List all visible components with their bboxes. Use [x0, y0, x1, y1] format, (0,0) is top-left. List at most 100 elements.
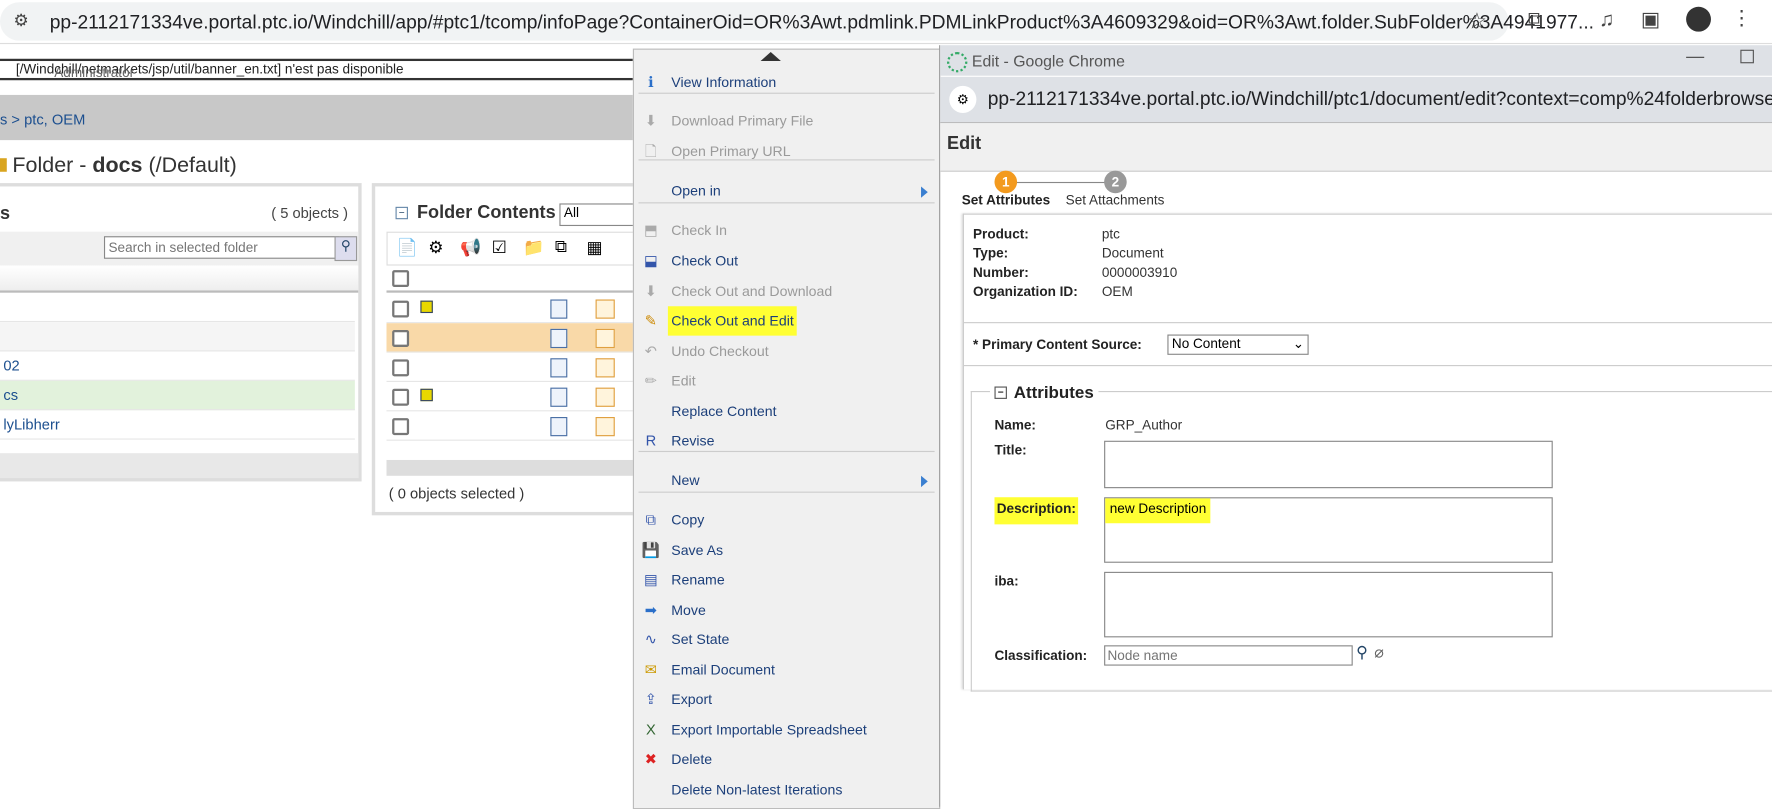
address-bar[interactable]: ⚙ pp-2112171334ve.portal.ptc.io/Windchil…	[0, 2, 1594, 41]
menu-item-open-primary-url: 🗋 Open Primary URL	[634, 137, 939, 166]
menu-item-delete[interactable]: ✖ Delete	[634, 745, 939, 774]
info-page-icon[interactable]	[595, 387, 615, 407]
avatar[interactable]	[1686, 6, 1711, 32]
row-checkbox[interactable]	[392, 300, 410, 318]
table-row[interactable]	[386, 382, 658, 412]
document-icon[interactable]	[550, 358, 568, 378]
search-icon[interactable]: ⚲	[1356, 643, 1368, 662]
folder-row[interactable]: 02	[0, 351, 355, 381]
breadcrumb[interactable]: s > ptc, OEM	[0, 111, 85, 128]
export-icon: ⇪	[644, 690, 658, 708]
select-all-checkbox[interactable]	[392, 270, 410, 288]
copy-icon: ⧉	[645, 510, 657, 528]
address-url[interactable]: pp-2112171334ve.portal.ptc.io/Windchill/…	[50, 11, 1594, 34]
clear-eraser-icon[interactable]: ⌀	[1374, 643, 1384, 662]
menu-item-check-out-and-edit[interactable]: ✎ Check Out and Edit	[634, 306, 939, 336]
folder-row-selected[interactable]: cs	[0, 380, 355, 411]
step-set-attachments[interactable]: Set Attachments	[1066, 192, 1165, 208]
menu-item-rename[interactable]: ▤ Rename	[634, 565, 939, 594]
info-page-icon[interactable]	[595, 299, 615, 319]
document-icon[interactable]	[550, 387, 568, 407]
site-settings-icon[interactable]: ⚙	[949, 85, 977, 114]
iba-input[interactable]	[1104, 571, 1553, 638]
maximize-icon[interactable]	[1740, 49, 1754, 64]
new-folder-icon[interactable]: 📁	[523, 237, 544, 257]
wizard-heading: Edit	[947, 134, 982, 154]
menu-item-email-document[interactable]: ✉ Email Document	[634, 655, 939, 684]
menu-item-label: Undo Checkout	[671, 343, 769, 360]
paste-icon[interactable]: ▦	[587, 237, 603, 257]
new-gear-icon[interactable]: ⚙	[428, 237, 443, 257]
primary-content-select[interactable]: No Content ⌄	[1167, 334, 1309, 355]
copy-icon[interactable]: ⧉	[555, 237, 567, 256]
menu-item-label: Check Out and Download	[671, 283, 833, 300]
description-value: new Description	[1105, 498, 1211, 524]
menu-item-replace-content[interactable]: Replace Content	[634, 397, 939, 426]
step-2-indicator[interactable]: 2	[1104, 170, 1127, 194]
info-page-icon[interactable]	[595, 417, 615, 437]
row-checkbox[interactable]	[392, 388, 410, 406]
title-folder: docs	[92, 153, 143, 178]
menu-item-export[interactable]: ⇪ Export	[634, 685, 939, 714]
extensions-icon[interactable]: ⧉	[1528, 8, 1543, 32]
collapse-icon[interactable]: −	[395, 206, 408, 220]
folder-row[interactable]	[0, 322, 355, 352]
document-icon[interactable]	[550, 299, 568, 319]
step-set-attributes[interactable]: Set Attributes	[962, 192, 1050, 208]
new-checklist-icon[interactable]: ☑	[492, 237, 507, 257]
table-row[interactable]	[386, 353, 658, 382]
document-icon[interactable]	[550, 417, 568, 437]
table-row[interactable]	[386, 294, 658, 324]
side-panel-icon[interactable]: ▣	[1641, 8, 1660, 32]
minimize-icon[interactable]: —	[1686, 47, 1704, 67]
menu-item-delete-non-latest-iterations[interactable]: Delete Non-latest Iterations	[634, 775, 939, 804]
menu-item-move[interactable]: ➡ Move	[634, 596, 939, 625]
menu-item-label: Check Out and Edit	[667, 306, 798, 336]
classification-input[interactable]	[1104, 645, 1353, 666]
title-path: (/Default)	[142, 153, 237, 178]
attributes-section-header[interactable]: − Attributes	[989, 383, 1099, 403]
menu-item-view-information[interactable]: ℹ View Information	[634, 68, 939, 97]
new-document-icon[interactable]: 📄	[397, 237, 418, 257]
folder-row[interactable]	[0, 293, 355, 323]
site-settings-icon[interactable]: ⚙	[14, 10, 29, 30]
panel-title: s	[0, 204, 11, 224]
document-icon[interactable]	[550, 328, 568, 349]
scroll-up-arrow-icon[interactable]	[760, 51, 781, 62]
menu-item-copy[interactable]: ⧉ Copy	[634, 505, 939, 534]
menu-item-set-state[interactable]: ∿ Set State	[634, 625, 939, 654]
media-icon[interactable]: ♫	[1599, 8, 1614, 32]
info-icon: ℹ	[648, 73, 654, 91]
description-input[interactable]: new Description	[1104, 497, 1553, 563]
table-row-selected[interactable]	[386, 323, 658, 353]
set-state-icon: ∿	[644, 630, 658, 648]
folder-row[interactable]: lyLibherr	[0, 410, 355, 440]
menu-item-check-out[interactable]: ⬓ Check Out	[634, 246, 939, 275]
folder-search-input[interactable]	[103, 236, 340, 259]
info-page-icon[interactable]	[595, 358, 615, 378]
new-announcement-icon[interactable]: 📢	[460, 237, 481, 257]
search-icon[interactable]: ⚲	[334, 236, 358, 262]
menu-item-new[interactable]: New	[634, 466, 939, 495]
more-menu-icon[interactable]: ⋮	[1731, 7, 1751, 31]
menu-item-revise[interactable]: R Revise	[634, 426, 939, 455]
row-checkbox[interactable]	[392, 359, 410, 377]
title-input[interactable]	[1104, 440, 1553, 489]
move-icon: ➡	[644, 601, 658, 619]
row-checkbox[interactable]	[392, 329, 410, 347]
context-menu: ℹ View Information ⬇ Download Primary File 🗋…	[632, 48, 941, 809]
table-row[interactable]	[386, 411, 658, 441]
menu-item-export-importable-spreadsheet[interactable]: X Export Importable Spreadsheet	[634, 715, 939, 744]
popup-address-bar[interactable]: ⚙ pp-2112171334ve.portal.ptc.io/Windchil…	[940, 76, 1772, 124]
user-name: Administrator	[54, 64, 135, 81]
row-checkbox[interactable]	[392, 418, 410, 436]
menu-item-open-in[interactable]: Open in	[634, 176, 939, 205]
menu-item-save-as[interactable]: 💾 Save As	[634, 536, 939, 565]
collapse-icon[interactable]: −	[994, 386, 1007, 399]
step-1-indicator[interactable]: 1	[994, 170, 1018, 194]
horizontal-scrollbar[interactable]	[386, 459, 658, 476]
star-icon[interactable]: ☆	[1467, 7, 1487, 35]
title-prefix: Folder -	[12, 153, 93, 178]
popup-url[interactable]: pp-2112171334ve.portal.ptc.io/Windchill/…	[988, 88, 1772, 111]
info-page-icon[interactable]	[595, 328, 615, 349]
